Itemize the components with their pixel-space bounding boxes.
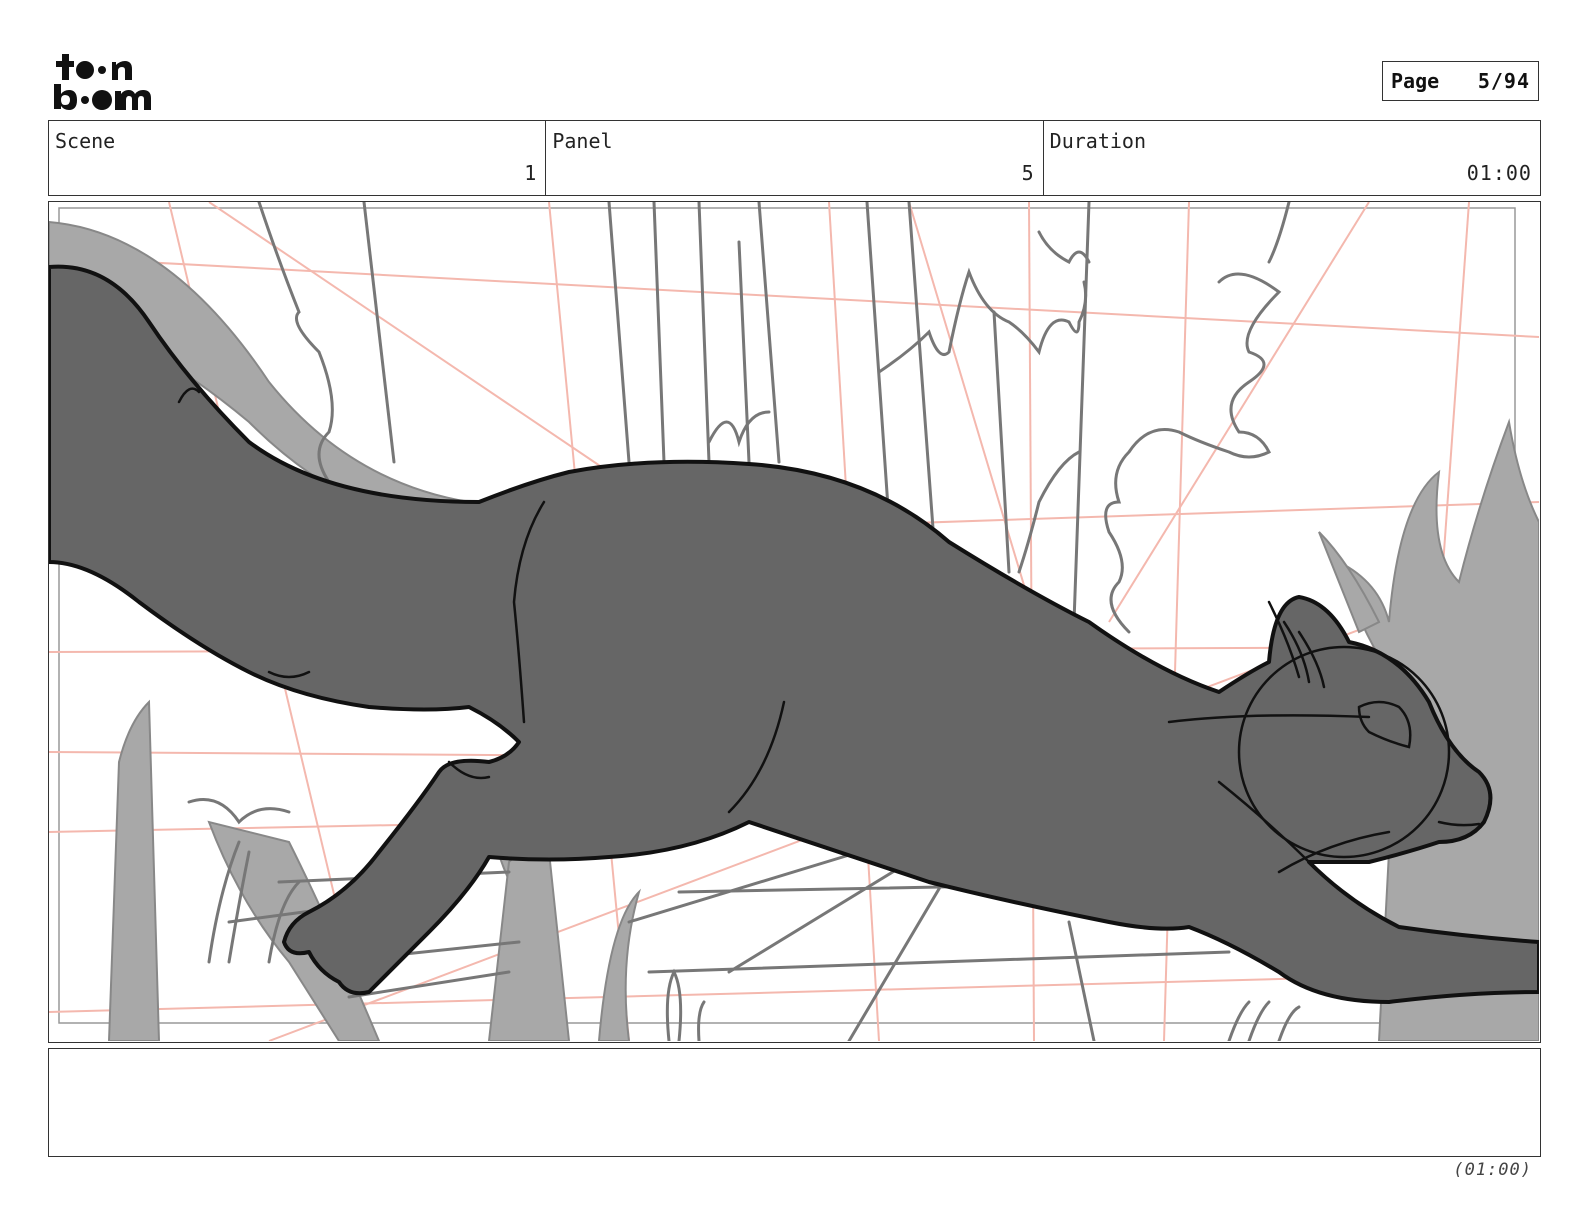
storyboard-panel bbox=[48, 201, 1541, 1043]
panel-notes-box[interactable] bbox=[48, 1048, 1541, 1157]
squirrel-sketch-image bbox=[49, 202, 1539, 1041]
panel-info-row: Scene 1 Panel 5 Duration 01:00 bbox=[48, 120, 1541, 196]
scene-label: Scene bbox=[55, 129, 116, 153]
duration-cell: Duration 01:00 bbox=[1044, 121, 1540, 195]
panel-label: Panel bbox=[552, 129, 613, 153]
page-indicator: Page 5/94 bbox=[1382, 61, 1539, 101]
toon-boom-logo bbox=[54, 54, 151, 110]
panel-value: 5 bbox=[1021, 161, 1035, 185]
page-label: Page bbox=[1391, 69, 1440, 93]
panel-cell: Panel 5 bbox=[546, 121, 1044, 195]
footer-duration: (01:00) bbox=[1453, 1160, 1532, 1180]
page-number: 5/94 bbox=[1477, 69, 1530, 93]
scene-cell: Scene 1 bbox=[49, 121, 547, 195]
duration-label: Duration bbox=[1049, 129, 1146, 153]
scene-value: 1 bbox=[524, 161, 538, 185]
duration-value: 01:00 bbox=[1466, 161, 1532, 185]
